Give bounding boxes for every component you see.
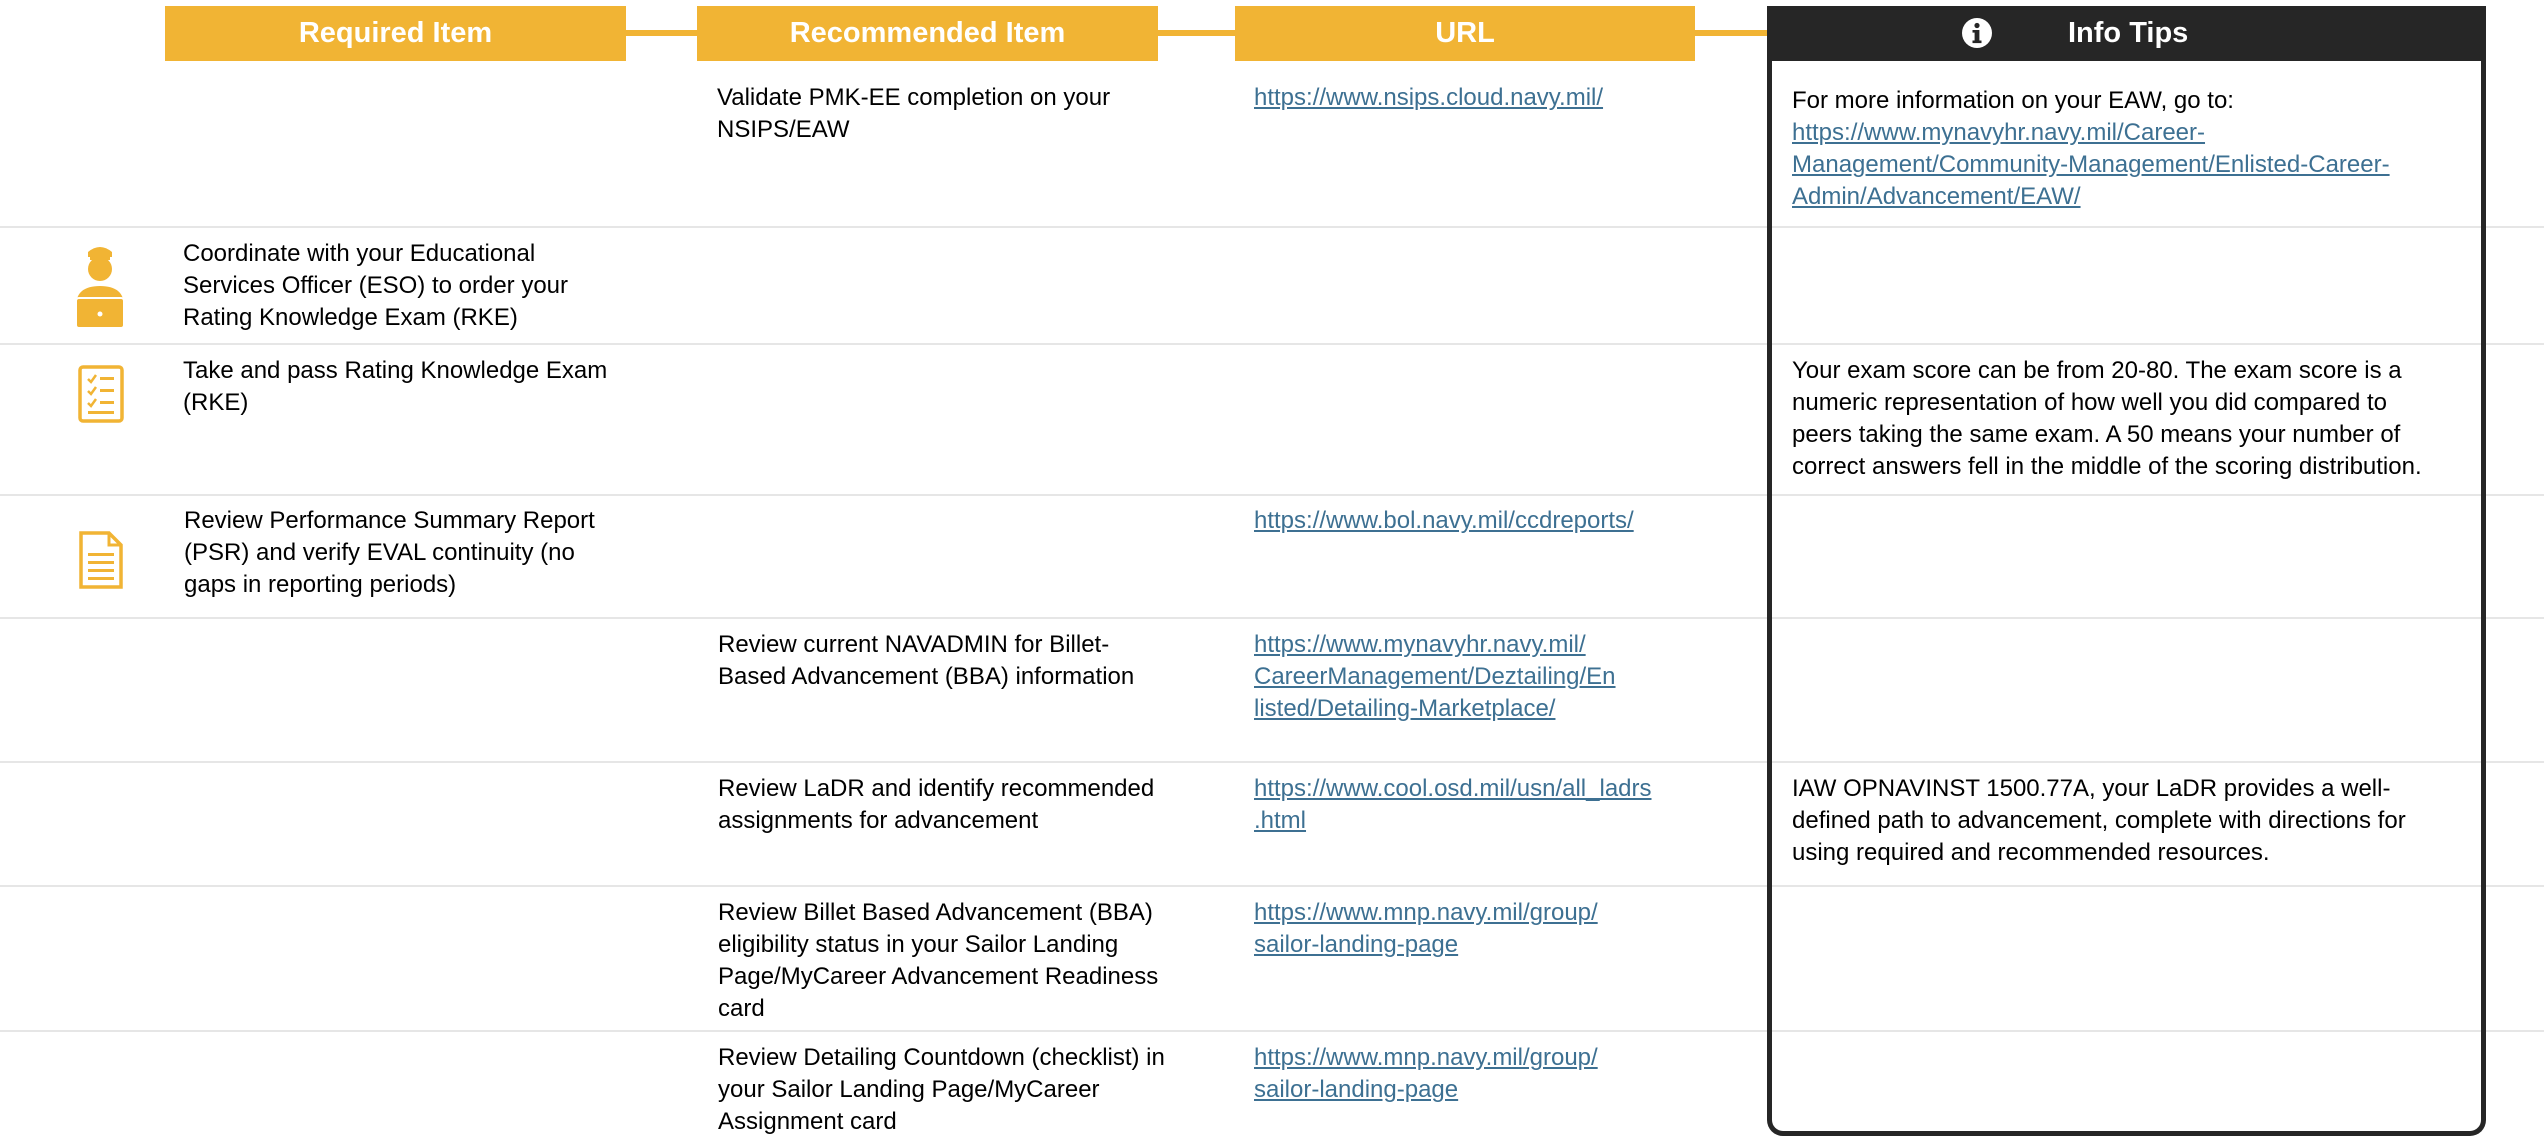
row-divider [0,617,2544,619]
url-link[interactable]: https://www.mynavyhr.navy.mil/ CareerMan… [1254,629,1616,725]
recommended-item-text: Review Billet Based Advancement (BBA) el… [718,899,1159,1022]
header-connector [624,30,698,36]
tip-text: Your exam score can be from 20-80. The e… [1792,357,2422,480]
url-link[interactable]: https://www.nsips.cloud.navy.mil/ [1254,82,1603,114]
info-tips-panel [1767,58,2486,1136]
header-tips-label: Info Tips [2068,17,2189,49]
info-icon [1962,18,1992,48]
row-divider [0,343,2544,345]
url-link[interactable]: https://www.mnp.navy.mil/group/ sailor-l… [1254,1042,1598,1106]
row-divider [0,885,2544,887]
header-info-tips: Info Tips [1767,6,2486,61]
recommended-item-text: Review current NAVADMIN for Billet- Base… [718,631,1135,690]
tip-text: For more information on your EAW, go to: [1792,87,2234,114]
url-link[interactable]: https://www.mnp.navy.mil/group/ sailor-l… [1254,897,1598,961]
url-link[interactable]: https://www.cool.osd.mil/usn/all_ladrs .… [1254,773,1652,837]
required-item-text: Coordinate with your Educational Service… [183,240,569,331]
url-link[interactable]: https://www.bol.navy.mil/ccdreports/ [1254,505,1634,537]
recommended-item-text: Review Detailing Countdown (checklist) i… [718,1044,1165,1135]
row-divider [0,226,2544,228]
row-divider [0,1030,2544,1032]
tip-link[interactable]: https://www.mynavyhr.navy.mil/Career- Ma… [1792,117,2390,213]
header-recommended-label: Recommended Item [789,17,1066,49]
recommended-item-text: Validate PMK-EE completion on your NSIPS… [717,84,1111,143]
document-icon [79,531,123,589]
row-divider [0,761,2544,763]
header-required-label: Required Item [298,17,493,49]
header-required-item: Required Item [165,6,626,61]
header-url-label: URL [1435,17,1495,49]
row-divider [0,494,2544,496]
recommended-item-text: Review LaDR and identify recommended ass… [718,775,1155,834]
header-connector [1157,30,1237,36]
header-connector [1694,30,1770,36]
required-item-text: Take and pass Rating Knowledge Exam (RKE… [183,357,608,416]
required-item-text: Review Performance Summary Report (PSR) … [184,507,595,598]
tip-text: IAW OPNAVINST 1500.77A, your LaDR provid… [1792,775,2406,866]
person-laptop-icon [75,247,125,329]
header-recommended-item: Recommended Item [697,6,1158,61]
header-url: URL [1235,6,1695,61]
checklist-icon [78,365,124,423]
